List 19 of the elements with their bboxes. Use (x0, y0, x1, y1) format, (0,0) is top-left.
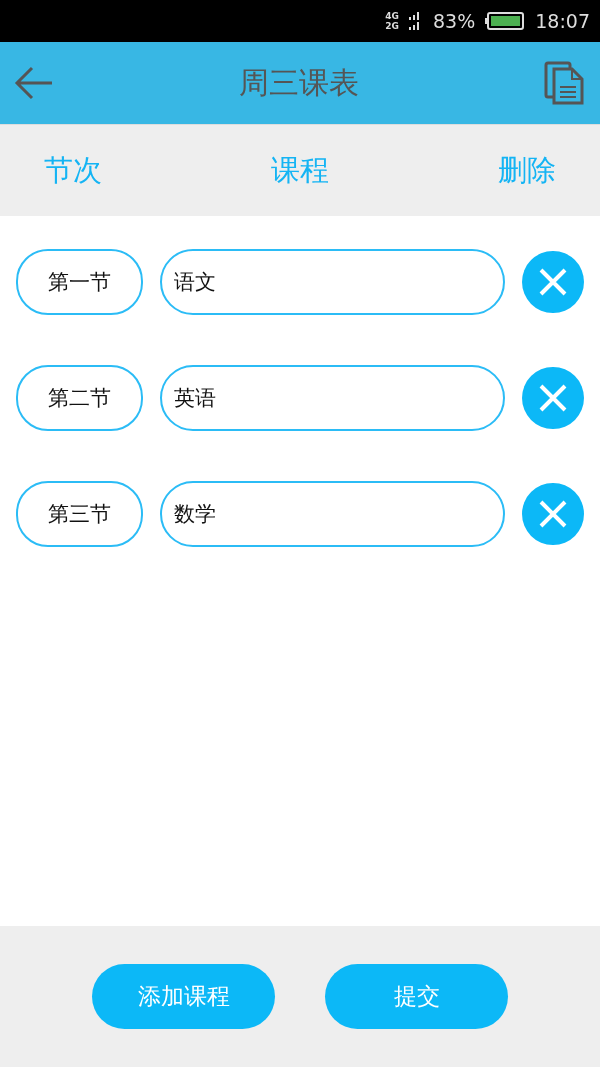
period-label: 第三节 (16, 481, 143, 547)
course-field[interactable]: 英语 (159, 365, 506, 431)
back-button[interactable] (14, 65, 54, 101)
battery-icon (485, 12, 526, 30)
column-header: 节次 (43, 151, 103, 189)
column-header: 课程 (271, 151, 329, 189)
copy-document-button[interactable] (544, 61, 586, 105)
period-label: 第一节 (16, 249, 143, 315)
clock: 18:07 (535, 10, 590, 32)
course-field[interactable]: 语文 (159, 249, 506, 315)
close-icon (538, 267, 569, 297)
period-label: 第二节 (16, 365, 143, 431)
close-icon (538, 383, 569, 413)
page-title: 周三课表 (239, 63, 359, 102)
battery-percent: 83% (433, 10, 476, 32)
network-label: 4G 2G (385, 11, 399, 31)
column-header: 删除 (497, 151, 557, 189)
course-field[interactable]: 数学 (159, 481, 506, 547)
close-icon (538, 499, 569, 529)
